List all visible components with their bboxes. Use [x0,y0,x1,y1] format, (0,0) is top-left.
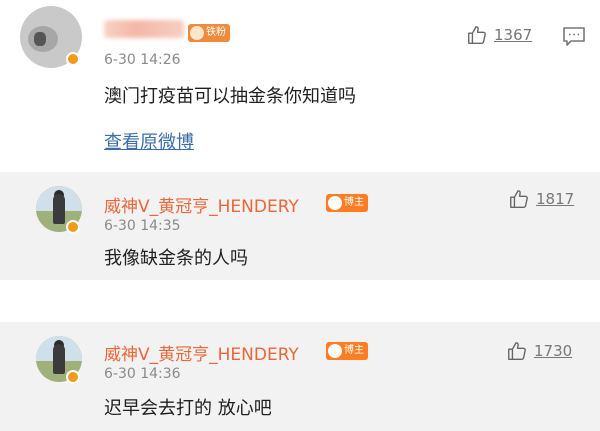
thumbs-up-icon [510,190,528,208]
blogger-badge-icon [328,344,342,358]
like-button[interactable]: 1730 [506,340,572,362]
fan-badge-icon [190,26,204,40]
comment-icon[interactable] [562,26,586,48]
comment-time: 6-30 14:26 [104,52,181,68]
like-button[interactable]: 1367 [466,24,532,46]
reply-text: 我像缺金条的人吗 [104,248,248,269]
top-comment: 铁粉 6-30 14:26 1367 澳门打疫苗可以抽金条你知道吗 查看原微博 [0,0,600,172]
like-count: 1817 [536,190,575,208]
like-count: 1730 [534,342,573,360]
blogger-badge-icon [328,196,342,210]
like-button[interactable]: 1817 [508,188,574,210]
blogger-badge: 博主 [326,342,368,360]
verified-icon [66,370,80,384]
reply-item: 威神V_黄冠亨_HENDERY 博主 6-30 14:36 1730 迟早会去打… [0,322,600,431]
like-count: 1367 [494,26,533,44]
reply-text: 迟早会去打的 放心吧 [104,398,272,419]
blogger-badge: 博主 [326,194,368,212]
verified-icon [66,220,80,234]
comment-text: 澳门打疫苗可以抽金条你知道吗 [104,86,356,107]
view-original-post-link[interactable]: 查看原微博 [104,128,194,154]
reply-time: 6-30 14:35 [104,218,181,234]
fan-badge: 铁粉 [188,24,230,42]
thumbs-up-icon [468,26,486,44]
author-name[interactable]: 威神V_黄冠亨_HENDERY [104,340,299,365]
reply-item: 威神V_黄冠亨_HENDERY 博主 6-30 14:35 1817 我像缺金条… [0,172,600,280]
thumbs-up-icon [508,342,526,360]
verified-icon [66,52,80,66]
reply-time: 6-30 14:36 [104,366,181,382]
author-name[interactable]: 威神V_黄冠亨_HENDERY [104,192,299,217]
commenter-name-blurred [104,20,184,38]
